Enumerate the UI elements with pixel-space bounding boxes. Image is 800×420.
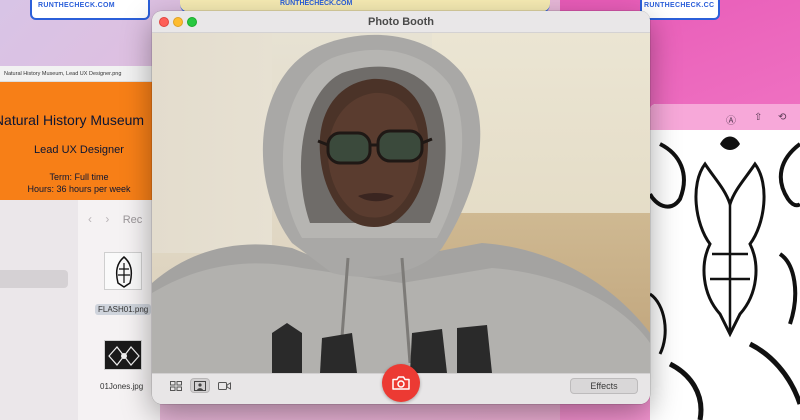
video-icon[interactable]	[214, 378, 234, 393]
ornamental-illustration	[650, 104, 800, 420]
effects-button[interactable]: Effects	[570, 378, 638, 394]
poster-hours: Hours: 36 hours per week	[27, 184, 131, 194]
rotate-icon[interactable]: ⟲	[778, 112, 786, 123]
back-icon[interactable]: ‹	[88, 212, 92, 226]
sidebar-selected-item[interactable]	[0, 270, 68, 288]
poster-title: Natural History Museum	[0, 112, 145, 128]
poster-term: Term: Full time	[49, 172, 109, 182]
window-title: Photo Booth	[368, 16, 434, 28]
finder-sidebar[interactable]	[0, 200, 78, 420]
camera-icon	[392, 376, 410, 390]
background-window-top-left[interactable]: RUNTHECHECK.COM	[30, 0, 150, 20]
person-in-hoodie	[152, 34, 650, 373]
forward-icon[interactable]: ›	[105, 212, 109, 226]
file-name-flash01[interactable]: FLASH01.png	[95, 304, 152, 315]
camera-preview	[152, 33, 650, 373]
file-name-01jones[interactable]: 01Jones.jpg	[100, 382, 143, 391]
finder-window[interactable]: ‹ › Rec FLASH01.png 01Jones.jpg	[0, 200, 160, 420]
illustration-toolbar: Ⓐ ⇧ ⟲	[650, 104, 800, 130]
take-photo-button[interactable]	[382, 364, 420, 402]
background-window-top-right[interactable]: RUNTHECHECK.CC	[640, 0, 720, 20]
window-caption: RUNTHECHECK.COM	[38, 2, 115, 9]
finder-location: Rec	[122, 214, 143, 226]
share-icon[interactable]: ⇧	[754, 112, 762, 123]
photo-booth-window[interactable]: Photo Booth Effects	[152, 11, 650, 404]
single-photo-icon[interactable]	[190, 378, 210, 393]
photo-booth-titlebar[interactable]: Photo Booth	[152, 11, 650, 33]
grid-view-icon[interactable]	[166, 378, 186, 393]
photo-booth-controls: Effects	[152, 364, 650, 404]
preview-window-title: Natural History Museum, Lead UX Designer…	[0, 66, 158, 82]
illustration-window[interactable]	[650, 104, 800, 420]
window-caption: RUNTHECHECK.CC	[644, 2, 715, 9]
file-thumbnail-01jones[interactable]	[104, 340, 142, 370]
poster-role: Lead UX Designer	[34, 144, 124, 156]
window-caption: RUNTHECHECK.COM	[280, 0, 353, 7]
markup-icon[interactable]: Ⓐ	[726, 112, 736, 127]
finder-navigation: ‹ › Rec	[88, 212, 152, 226]
file-thumbnail-flash01[interactable]	[104, 252, 142, 290]
